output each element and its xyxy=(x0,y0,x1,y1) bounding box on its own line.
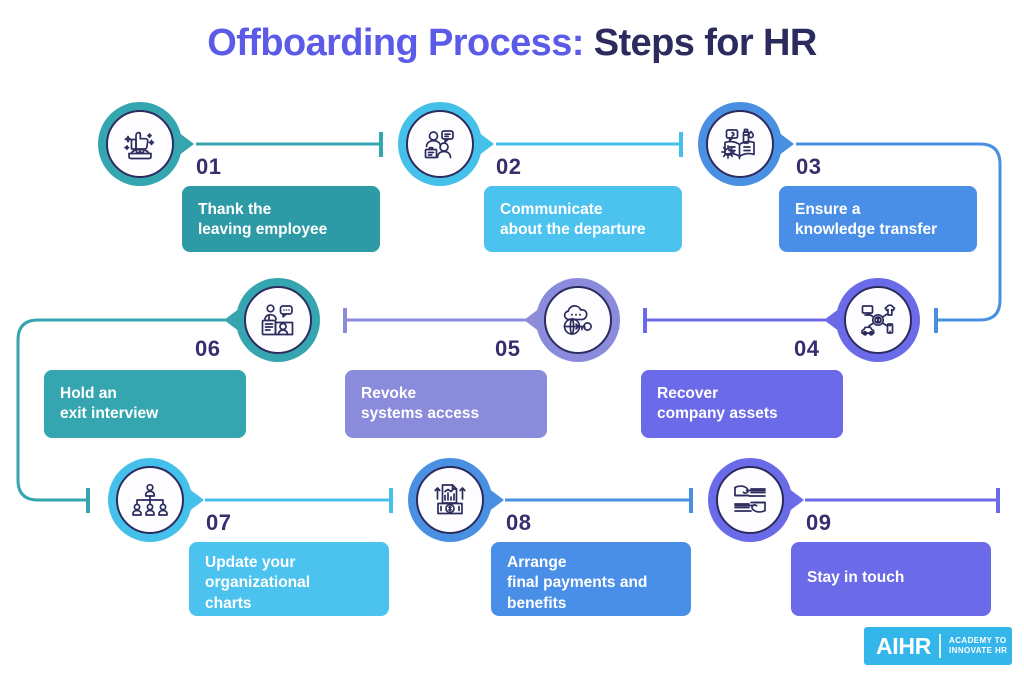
org-chart-icon xyxy=(132,483,168,516)
step-02-pointer xyxy=(474,129,494,159)
step-04-number: 04 xyxy=(794,336,820,361)
money-chart-icon xyxy=(434,484,466,515)
step-03-pointer xyxy=(774,129,794,159)
book-question-gear-icon xyxy=(721,128,755,160)
cloud-globe-key-icon xyxy=(563,305,592,335)
step-09-number: 09 xyxy=(806,510,832,535)
step-01-pointer xyxy=(174,129,194,159)
step-09-label: Stay in touch xyxy=(791,542,991,616)
step-01-number: 01 xyxy=(196,154,222,179)
step-08-pointer xyxy=(484,485,504,515)
step-07-label: Update your organizational charts xyxy=(189,542,389,616)
page-title: Offboarding Process: Steps for HR xyxy=(0,22,1024,65)
logo-tagline-line1: ACADEMY TO xyxy=(949,635,1007,645)
step-05-number: 05 xyxy=(495,336,521,361)
step-04-bubble[interactable] xyxy=(824,278,920,362)
step-09-bubble[interactable] xyxy=(708,458,804,542)
step-04-label: Recover company assets xyxy=(641,370,843,438)
step-03-bubble[interactable] xyxy=(698,102,794,186)
step-03-number: 03 xyxy=(796,154,822,179)
step-06-number: 06 xyxy=(195,336,221,361)
logo-divider xyxy=(939,634,942,658)
logo-tagline-line2: INNOVATE HR xyxy=(949,646,1008,655)
thumbs-up-cake-icon xyxy=(124,131,155,160)
step-06-pointer xyxy=(224,305,244,335)
step-07-number: 07 xyxy=(206,510,232,535)
step-07-bubble[interactable] xyxy=(108,458,204,542)
step-02-label: Communicate about the departure xyxy=(484,186,682,252)
page-title-part1: Offboarding Process: xyxy=(207,22,584,64)
aihr-logo[interactable]: AIHR ACADEMY TO INNOVATE HR xyxy=(864,627,1012,665)
handshake-icon xyxy=(734,485,766,513)
step-02-bubble[interactable] xyxy=(398,102,494,186)
infographic-canvas: Offboarding Process: Steps for HR 01 Tha… xyxy=(0,0,1024,680)
step-06-label: Hold an exit interview xyxy=(44,370,246,438)
step-08-label: Arrange final payments and benefits xyxy=(491,542,691,616)
step-07-pointer xyxy=(184,485,204,515)
step-09-pointer xyxy=(784,485,804,515)
step-04-pointer xyxy=(824,305,844,335)
step-05-label: Revoke systems access xyxy=(345,370,547,438)
step-01-label: Thank the leaving employee xyxy=(182,186,380,252)
logo-wordmark: AIHR xyxy=(876,632,932,659)
assets-monitor-coin-icon xyxy=(861,304,896,336)
step-01-bubble[interactable] xyxy=(98,102,194,186)
logo-tagline: ACADEMY TO INNOVATE HR xyxy=(949,636,1007,657)
step-03-label: Ensure a knowledge transfer xyxy=(779,186,977,252)
step-06-bubble[interactable] xyxy=(224,278,320,362)
step-05-bubble[interactable] xyxy=(524,278,620,362)
step-02-number: 02 xyxy=(496,154,522,179)
exit-interview-icon xyxy=(261,304,294,336)
page-title-part2: Steps for HR xyxy=(583,22,818,64)
step-08-bubble[interactable] xyxy=(408,458,504,542)
step-08-number: 08 xyxy=(506,510,532,535)
step-05-pointer xyxy=(524,305,544,335)
two-people-speech-bubble-icon xyxy=(424,130,454,159)
